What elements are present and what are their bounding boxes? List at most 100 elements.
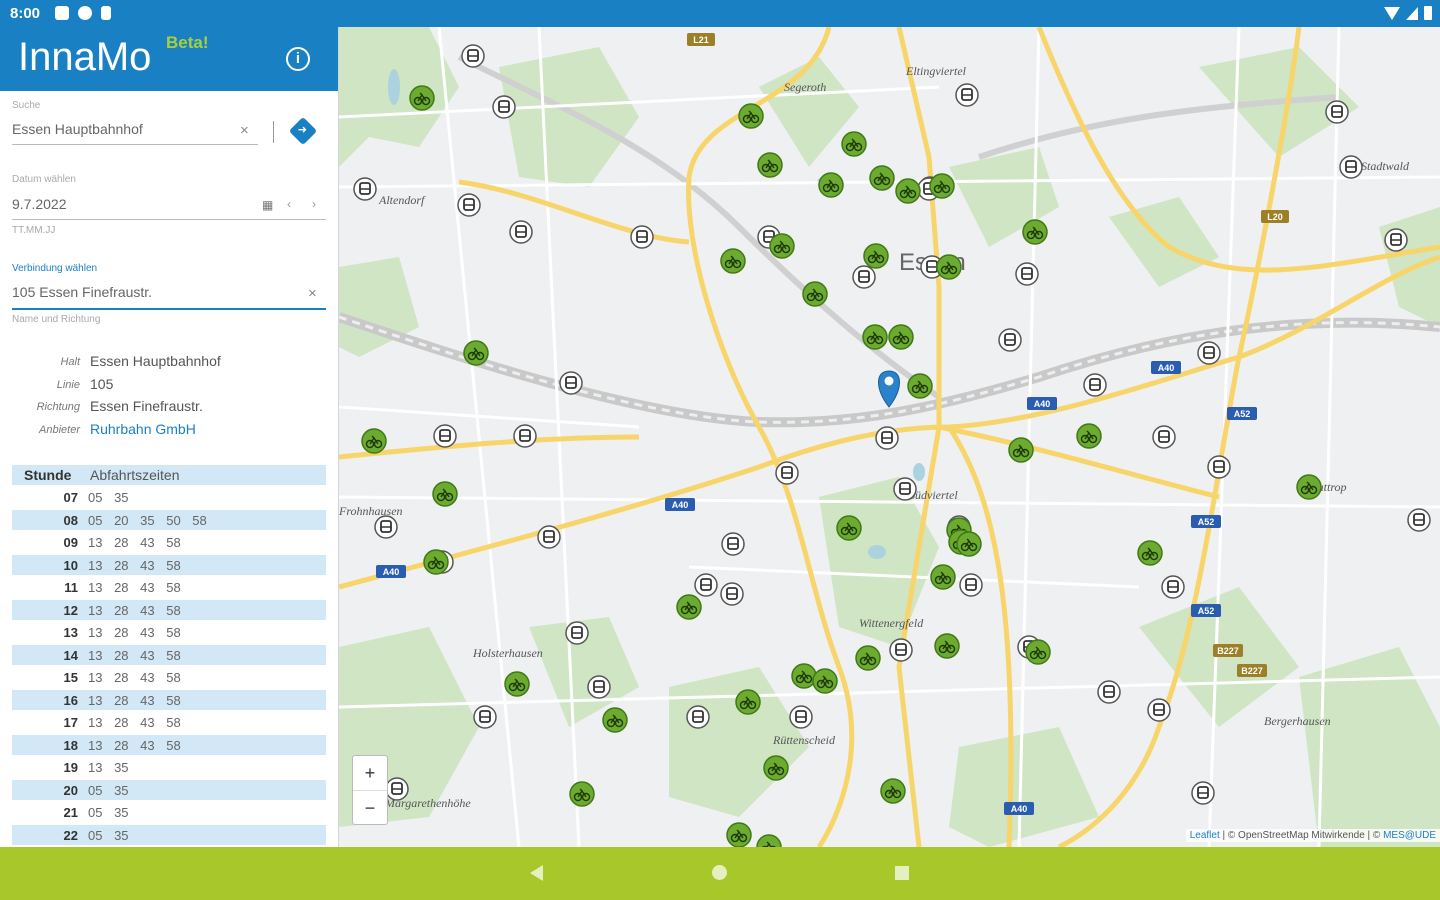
prev-day-icon[interactable]: ‹ xyxy=(287,197,291,211)
date-input[interactable]: 9.7.2022 xyxy=(12,196,67,212)
bus-stop-icon[interactable] xyxy=(473,705,497,729)
bus-stop-icon[interactable] xyxy=(1161,575,1185,599)
bus-stop-icon[interactable] xyxy=(537,525,561,549)
bike-station-icon[interactable] xyxy=(361,428,387,454)
bus-stop-icon[interactable] xyxy=(959,573,983,597)
bike-station-icon[interactable] xyxy=(1076,423,1102,449)
bus-stop-icon[interactable] xyxy=(353,177,377,201)
bus-stop-icon[interactable] xyxy=(374,515,398,539)
search-input[interactable]: Essen Hauptbahnhof xyxy=(12,121,143,137)
bike-station-icon[interactable] xyxy=(863,243,889,269)
bus-stop-icon[interactable] xyxy=(1152,425,1176,449)
bike-station-icon[interactable] xyxy=(818,172,844,198)
bus-stop-icon[interactable] xyxy=(559,371,583,395)
bus-stop-icon[interactable] xyxy=(1197,341,1221,365)
bike-station-icon[interactable] xyxy=(855,645,881,671)
bike-station-icon[interactable] xyxy=(836,515,862,541)
bus-stop-icon[interactable] xyxy=(1384,228,1408,252)
calendar-icon[interactable]: ▦ xyxy=(262,198,273,212)
attribution-link[interactable]: MES@UDE xyxy=(1383,830,1436,841)
bike-station-icon[interactable] xyxy=(756,834,782,847)
bus-stop-icon[interactable] xyxy=(1325,100,1349,124)
map[interactable]: A40 A40 A40 A40 A52 A52 A52 L20 L21 B227… xyxy=(339,27,1440,847)
bike-station-icon[interactable] xyxy=(869,165,895,191)
bus-stop-icon[interactable] xyxy=(1407,508,1431,532)
bus-stop-icon[interactable] xyxy=(1207,455,1231,479)
bike-station-icon[interactable] xyxy=(720,248,746,274)
home-icon[interactable] xyxy=(712,865,727,880)
bike-station-icon[interactable] xyxy=(769,233,795,259)
bike-station-icon[interactable] xyxy=(757,152,783,178)
bus-stop-icon[interactable] xyxy=(686,705,710,729)
bike-station-icon[interactable] xyxy=(463,340,489,366)
bus-stop-icon[interactable] xyxy=(1015,262,1039,286)
bike-station-icon[interactable] xyxy=(423,549,449,575)
bus-stop-icon[interactable] xyxy=(694,573,718,597)
zoom-in-button[interactable]: + xyxy=(353,756,387,791)
bus-stop-icon[interactable] xyxy=(385,777,409,801)
bus-stop-icon[interactable] xyxy=(587,675,611,699)
bus-stop-icon[interactable] xyxy=(720,582,744,606)
bike-station-icon[interactable] xyxy=(934,633,960,659)
bike-station-icon[interactable] xyxy=(763,755,789,781)
bus-stop-icon[interactable] xyxy=(630,225,654,249)
info-icon[interactable]: i xyxy=(286,47,310,71)
bus-stop-icon[interactable] xyxy=(433,424,457,448)
bus-stop-icon[interactable] xyxy=(1191,781,1215,805)
next-day-icon[interactable]: › xyxy=(312,197,316,211)
bus-stop-icon[interactable] xyxy=(461,44,485,68)
bus-stop-icon[interactable] xyxy=(789,705,813,729)
bus-stop-icon[interactable] xyxy=(457,193,481,217)
bus-stop-icon[interactable] xyxy=(1339,155,1363,179)
bus-stop-icon[interactable] xyxy=(1147,698,1171,722)
directions-icon[interactable]: ➜ xyxy=(288,116,318,146)
bus-stop-icon[interactable] xyxy=(955,83,979,107)
clear-search-icon[interactable]: × xyxy=(240,122,249,139)
bus-stop-icon[interactable] xyxy=(492,95,516,119)
bike-station-icon[interactable] xyxy=(1296,474,1322,500)
bus-stop-icon[interactable] xyxy=(721,532,745,556)
bus-stop-icon[interactable] xyxy=(875,426,899,450)
bike-station-icon[interactable] xyxy=(841,131,867,157)
bus-stop-icon[interactable] xyxy=(1097,680,1121,704)
provider-link[interactable]: Ruhrbahn GmbH xyxy=(90,421,196,437)
bike-station-icon[interactable] xyxy=(1137,540,1163,566)
map-canvas[interactable]: A40 A40 A40 A40 A52 A52 A52 L20 L21 B227… xyxy=(339,27,1440,847)
bike-station-icon[interactable] xyxy=(1008,437,1034,463)
bike-station-icon[interactable] xyxy=(812,668,838,694)
bike-station-icon[interactable] xyxy=(880,778,906,804)
bike-station-icon[interactable] xyxy=(929,173,955,199)
bike-station-icon[interactable] xyxy=(676,594,702,620)
bike-station-icon[interactable] xyxy=(907,373,933,399)
bike-station-icon[interactable] xyxy=(735,689,761,715)
bike-station-icon[interactable] xyxy=(738,103,764,129)
bike-station-icon[interactable] xyxy=(936,254,962,280)
bike-station-icon[interactable] xyxy=(409,85,435,111)
bike-station-icon[interactable] xyxy=(802,281,828,307)
bike-station-icon[interactable] xyxy=(1025,639,1051,665)
bike-station-icon[interactable] xyxy=(726,822,752,847)
bus-stop-icon[interactable] xyxy=(513,424,537,448)
bus-stop-icon[interactable] xyxy=(998,328,1022,352)
bike-station-icon[interactable] xyxy=(1022,219,1048,245)
bike-station-icon[interactable] xyxy=(895,178,921,204)
clear-connection-icon[interactable]: × xyxy=(308,285,317,302)
back-icon[interactable] xyxy=(530,865,543,881)
bike-station-icon[interactable] xyxy=(432,481,458,507)
bike-station-icon[interactable] xyxy=(791,663,817,689)
bus-stop-icon[interactable] xyxy=(775,461,799,485)
bus-stop-icon[interactable] xyxy=(852,265,876,289)
bike-station-icon[interactable] xyxy=(930,564,956,590)
bus-stop-icon[interactable] xyxy=(1083,373,1107,397)
bike-station-icon[interactable] xyxy=(569,781,595,807)
bus-stop-icon[interactable] xyxy=(565,621,589,645)
bike-station-icon[interactable] xyxy=(888,324,914,350)
bus-stop-icon[interactable] xyxy=(509,220,533,244)
bike-station-icon[interactable] xyxy=(602,707,628,733)
bike-station-icon[interactable] xyxy=(862,324,888,350)
connection-input[interactable]: 105 Essen Finefraustr. xyxy=(12,284,152,300)
bike-station-icon[interactable] xyxy=(504,671,530,697)
zoom-out-button[interactable]: − xyxy=(353,791,387,825)
bus-stop-icon[interactable] xyxy=(889,638,913,662)
bus-stop-icon[interactable] xyxy=(893,477,917,501)
